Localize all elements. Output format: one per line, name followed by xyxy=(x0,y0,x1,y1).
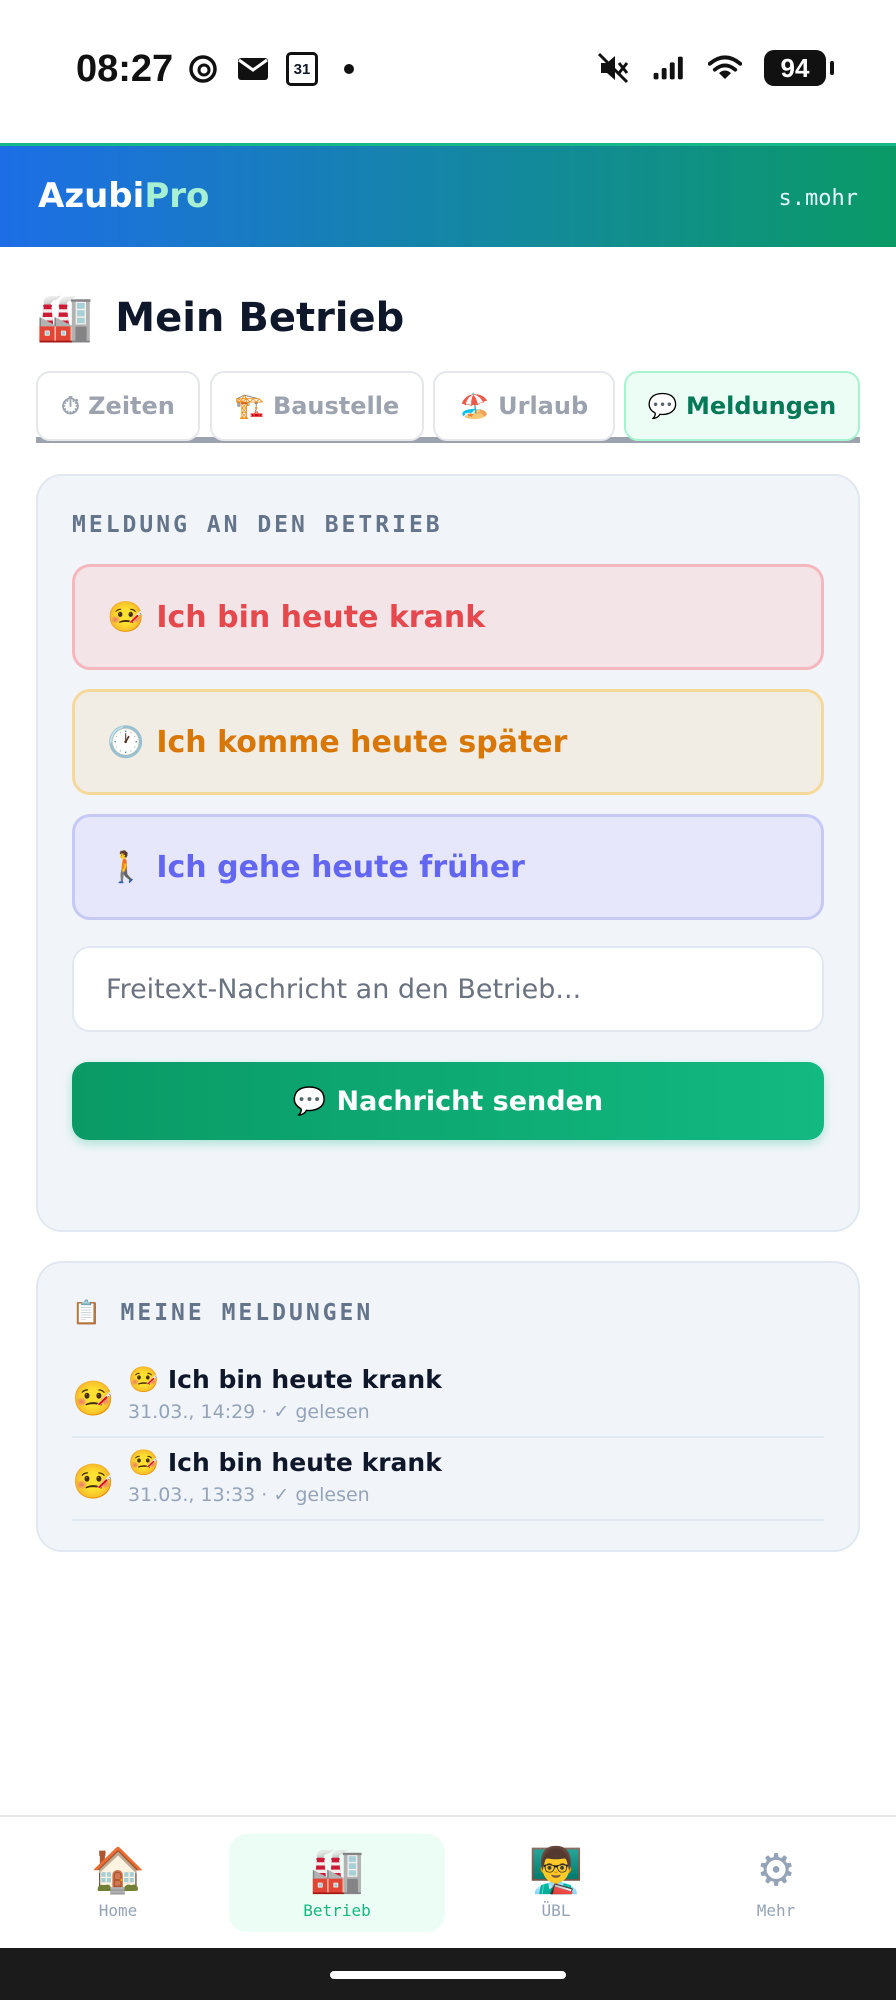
app-header: AzubiPro s.mohr xyxy=(0,143,896,247)
list-item-title: 🤒 Ich bin heute krank xyxy=(128,1448,442,1477)
signal-icon xyxy=(652,51,686,85)
send-message-button[interactable]: 💬 Nachricht senden xyxy=(72,1062,824,1140)
status-system-icons: 94 xyxy=(596,50,834,86)
gear-icon: ⚙ xyxy=(756,1844,796,1896)
report-sick-label: Ich bin heute krank xyxy=(156,599,486,635)
tab-meldungen[interactable]: 💬 Meldungen xyxy=(624,371,860,441)
speech-bubble-icon: 💬 xyxy=(292,1086,327,1117)
page-title: 🏭 Mein Betrieb xyxy=(36,290,404,345)
my-reports-section-label: 📋 MEINE MELDUNGEN xyxy=(72,1299,373,1326)
sick-face-icon: 🤒 xyxy=(107,599,145,635)
calendar-icon: 31 xyxy=(286,52,318,86)
list-item-meta: 31.03., 13:33 · ✓ gelesen xyxy=(128,1484,370,1506)
app-logo[interactable]: AzubiPro xyxy=(38,176,209,216)
teacher-icon: 👨‍🏫 xyxy=(528,1844,584,1896)
report-late-button[interactable]: 🕐 Ich komme heute später xyxy=(72,689,824,795)
threads-icon xyxy=(186,52,220,86)
wifi-icon xyxy=(708,51,742,85)
factory-icon: 🏭 xyxy=(309,1844,365,1896)
report-card: MELDUNG AN DEN BETRIEB 🤒 Ich bin heute k… xyxy=(36,474,860,1232)
my-reports-card: 📋 MEINE MELDUNGEN 🤒 🤒 Ich bin heute kran… xyxy=(36,1261,860,1552)
sick-face-icon: 🤒 xyxy=(72,1379,115,1419)
list-item[interactable]: 🤒 🤒 Ich bin heute krank 31.03., 13:33 · … xyxy=(72,1438,824,1521)
home-indicator[interactable] xyxy=(330,1971,566,1979)
nav-mehr-label: Mehr xyxy=(756,1900,796,1920)
mute-icon xyxy=(596,51,630,85)
report-sick-button[interactable]: 🤒 Ich bin heute krank xyxy=(72,564,824,670)
brand-main: Azubi xyxy=(38,176,145,216)
nav-uebl-label: ÜBL xyxy=(541,1900,571,1920)
nav-mehr[interactable]: ⚙ Mehr xyxy=(668,1834,884,1932)
my-reports-title: MEINE MELDUNGEN xyxy=(120,1300,374,1326)
status-bar: 08:27 31 94 xyxy=(0,0,896,143)
list-item-title: 🤒 Ich bin heute krank xyxy=(128,1365,442,1394)
tab-bar: ⏱ Zeiten 🏗️ Baustelle 🏖️ Urlaub 💬 Meldun… xyxy=(36,371,860,443)
tab-baustelle[interactable]: 🏗️ Baustelle xyxy=(210,371,424,441)
house-icon: 🏠 xyxy=(90,1844,146,1896)
bottom-nav: 🏠 Home 🏭 Betrieb 👨‍🏫 ÜBL ⚙ Mehr xyxy=(0,1815,896,1948)
send-message-label: Nachricht senden xyxy=(336,1085,604,1117)
nav-betrieb-label: Betrieb xyxy=(303,1900,371,1920)
nav-uebl[interactable]: 👨‍🏫 ÜBL xyxy=(448,1834,664,1932)
dot-icon xyxy=(344,64,354,74)
report-early-button[interactable]: 🚶 Ich gehe heute früher xyxy=(72,814,824,920)
tab-zeiten[interactable]: ⏱ Zeiten xyxy=(36,371,200,441)
battery-icon: 94 xyxy=(764,50,834,86)
page-heading: Mein Betrieb xyxy=(115,294,405,341)
list-item-meta: 31.03., 14:29 · ✓ gelesen xyxy=(128,1401,370,1423)
nav-home-label: Home xyxy=(98,1900,138,1920)
brand-accent: Pro xyxy=(144,176,210,216)
factory-icon: 🏭 xyxy=(36,290,94,344)
clock-icon: 🕐 xyxy=(107,724,145,760)
status-notification-icons: 31 xyxy=(186,52,354,86)
username[interactable]: s.mohr xyxy=(779,186,858,211)
tab-urlaub[interactable]: 🏖️ Urlaub xyxy=(433,371,615,441)
status-time: 08:27 xyxy=(76,48,174,90)
list-item[interactable]: 🤒 🤒 Ich bin heute krank 31.03., 14:29 · … xyxy=(72,1355,824,1438)
report-section-label: MELDUNG AN DEN BETRIEB xyxy=(72,512,443,538)
freetext-message-input[interactable] xyxy=(72,946,824,1032)
sick-face-icon: 🤒 xyxy=(72,1462,115,1502)
clipboard-icon: 📋 xyxy=(72,1300,104,1326)
nav-betrieb[interactable]: 🏭 Betrieb xyxy=(229,1834,445,1932)
nav-home[interactable]: 🏠 Home xyxy=(10,1834,226,1932)
report-late-label: Ich komme heute später xyxy=(156,724,568,760)
mail-icon xyxy=(236,52,270,86)
walking-person-icon: 🚶 xyxy=(107,849,145,885)
report-early-label: Ich gehe heute früher xyxy=(156,849,525,885)
